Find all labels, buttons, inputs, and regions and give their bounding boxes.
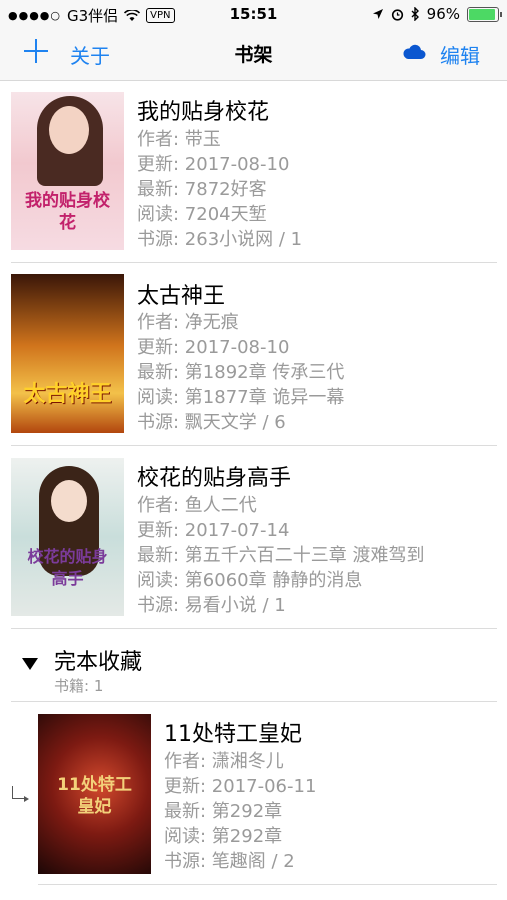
cover-title-art: 校花的贴身高手: [27, 547, 108, 588]
book-title: 校花的贴身高手: [137, 466, 292, 491]
author-value: 鱼人二代: [184, 495, 257, 516]
book-latest: 最新: 第292章: [164, 797, 282, 823]
book-latest: 最新: 7872好客: [137, 175, 267, 201]
latest-value: 第1892章 传承三代: [184, 362, 345, 383]
source-label: 书源:: [137, 229, 185, 250]
about-button[interactable]: 关于: [70, 40, 110, 69]
latest-value: 第五千六百二十三章 渡难驾到: [184, 545, 425, 566]
updated-value: 2017-08-10: [184, 154, 290, 175]
bluetooth-icon: [411, 7, 419, 21]
author-label: 作者:: [137, 495, 185, 516]
updated-label: 更新:: [164, 776, 212, 797]
read-value: 7204天堑: [184, 204, 267, 225]
cover-title-art: 太古神王: [23, 382, 112, 407]
book-cover: 校花的贴身高手: [11, 458, 124, 616]
cover-title-art: 我的贴身校花: [25, 191, 110, 233]
latest-value: 7872好客: [184, 179, 267, 200]
book-latest: 最新: 第五千六百二十三章 渡难驾到: [137, 541, 425, 567]
latest-value: 第292章: [211, 801, 283, 822]
battery-percent: 96%: [426, 5, 460, 23]
author-value: 净无痕: [184, 312, 239, 333]
updated-label: 更新:: [137, 337, 185, 358]
location-arrow-icon: [372, 9, 383, 19]
book-latest: 最新: 第1892章 传承三代: [137, 358, 344, 384]
updated-value: 2017-08-10: [184, 337, 290, 358]
source-label: 书源:: [164, 851, 212, 872]
book-source: 书源: 飘天文学 / 6: [137, 408, 286, 434]
author-label: 作者:: [137, 312, 185, 333]
battery-icon: [467, 6, 502, 22]
edit-button[interactable]: 编辑: [440, 40, 480, 69]
updated-label: 更新:: [137, 154, 185, 175]
author-label: 作者:: [137, 129, 185, 150]
book-row[interactable]: 11处特工皇妃 11处特工皇妃 作者: 潇湘冬儿 更新: 2017-06-11 …: [0, 702, 507, 884]
read-value: 第6060章 静静的消息: [184, 570, 363, 591]
book-row[interactable]: 太古神王 太古神王 作者: 净无痕 更新: 2017-08-10 最新: 第18…: [0, 263, 507, 445]
updated-value: 2017-06-11: [211, 776, 317, 797]
book-source: 书源: 263小说网 / 1: [137, 225, 302, 251]
book-updated: 更新: 2017-08-10: [137, 150, 289, 176]
section-count: 书籍: 1: [54, 677, 104, 695]
section-title: 完本收藏: [54, 650, 143, 675]
read-value: 第1877章 诡异一幕: [184, 387, 345, 408]
row-divider: [11, 628, 497, 629]
read-label: 阅读:: [164, 826, 212, 847]
book-author: 作者: 潇湘冬儿: [164, 747, 284, 773]
latest-label: 最新:: [137, 179, 185, 200]
book-source: 书源: 易看小说 / 1: [137, 591, 286, 617]
author-value: 潇湘冬儿: [211, 751, 284, 772]
read-label: 阅读:: [137, 204, 185, 225]
book-updated: 更新: 2017-08-10: [137, 333, 289, 359]
book-read: 阅读: 第6060章 静静的消息: [137, 566, 362, 592]
book-author: 作者: 带玉: [137, 125, 221, 151]
status-bar: ●●●●○ G3伴侣 VPN 15:51 96%: [0, 0, 507, 28]
book-title: 11处特工皇妃: [164, 722, 302, 747]
read-value: 第292章: [211, 826, 283, 847]
source-label: 书源:: [137, 412, 185, 433]
book-read: 阅读: 第1877章 诡异一幕: [137, 383, 344, 409]
source-value: 笔趣阁 / 2: [211, 851, 295, 872]
book-read: 阅读: 7204天堑: [137, 200, 267, 226]
book-source: 书源: 笔趣阁 / 2: [164, 847, 295, 873]
book-row[interactable]: 我的贴身校花 我的贴身校花 作者: 带玉 更新: 2017-08-10 最新: …: [0, 80, 507, 262]
source-value: 飘天文学 / 6: [184, 412, 286, 433]
book-title: 太古神王: [137, 284, 226, 309]
latest-label: 最新:: [137, 545, 185, 566]
book-author: 作者: 净无痕: [137, 308, 239, 334]
book-updated: 更新: 2017-07-14: [137, 516, 289, 542]
source-label: 书源:: [137, 595, 185, 616]
finished-section-header[interactable]: 完本收藏 书籍: 1: [0, 632, 507, 700]
source-value: 易看小说 / 1: [184, 595, 286, 616]
updated-label: 更新:: [137, 520, 185, 541]
source-value: 263小说网 / 1: [184, 229, 303, 250]
read-label: 阅读:: [137, 387, 185, 408]
author-value: 带玉: [184, 129, 221, 150]
add-icon[interactable]: [24, 39, 48, 63]
cloud-icon[interactable]: [402, 43, 426, 61]
book-row[interactable]: 校花的贴身高手 校花的贴身高手 作者: 鱼人二代 更新: 2017-07-14 …: [0, 446, 507, 628]
cover-title-art: 11处特工皇妃: [57, 775, 132, 817]
alarm-icon: [391, 8, 403, 21]
updated-value: 2017-07-14: [184, 520, 290, 541]
book-cover: 我的贴身校花: [11, 92, 124, 250]
nav-bar: 关于 书架 编辑: [0, 28, 507, 81]
book-read: 阅读: 第292章: [164, 822, 282, 848]
book-author: 作者: 鱼人二代: [137, 491, 257, 517]
latest-label: 最新:: [164, 801, 212, 822]
latest-label: 最新:: [137, 362, 185, 383]
book-updated: 更新: 2017-06-11: [164, 772, 316, 798]
author-label: 作者:: [164, 751, 212, 772]
collapse-triangle-icon[interactable]: [22, 658, 38, 670]
row-divider: [38, 884, 497, 885]
book-title: 我的贴身校花: [137, 100, 270, 125]
status-right: 96%: [372, 5, 502, 23]
book-cover: 太古神王: [11, 274, 124, 433]
read-label: 阅读:: [137, 570, 185, 591]
book-cover: 11处特工皇妃: [38, 714, 151, 874]
